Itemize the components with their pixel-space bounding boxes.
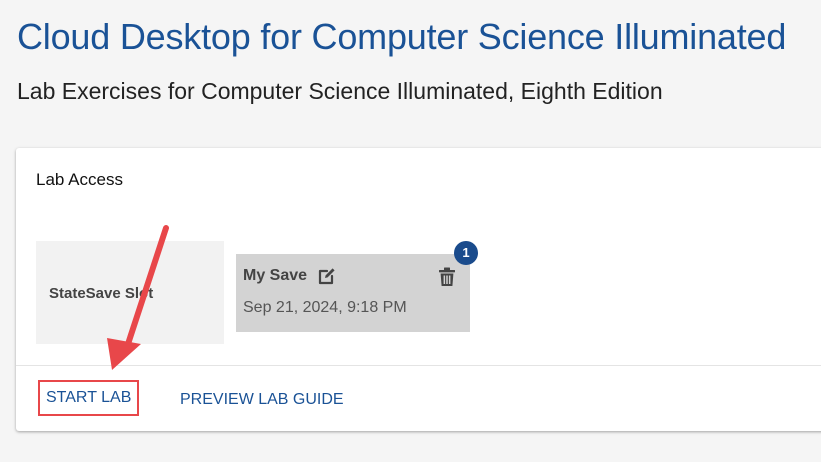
trash-icon[interactable]	[438, 267, 456, 287]
slot-label: StateSave Slot	[49, 285, 154, 302]
my-save-tile[interactable]: My Save Sep 21, 2024, 9:18 PM	[236, 254, 470, 332]
page-subtitle: Lab Exercises for Computer Science Illum…	[17, 78, 663, 104]
statesave-slot-tile[interactable]: StateSave Slot	[36, 241, 224, 344]
edit-icon[interactable]	[317, 266, 337, 286]
preview-lab-guide-button[interactable]: PREVIEW LAB GUIDE	[180, 382, 344, 418]
lab-access-card: Lab Access StateSave Slot My Save Sep 21…	[16, 148, 821, 431]
save-name: My Save	[243, 267, 308, 284]
card-title: Lab Access	[36, 170, 123, 189]
card-divider	[16, 365, 821, 366]
save-date: Sep 21, 2024, 9:18 PM	[243, 299, 407, 316]
page-title: Cloud Desktop for Computer Science Illum…	[17, 16, 787, 57]
save-count-badge: 1	[454, 241, 478, 265]
start-lab-button[interactable]: START LAB	[38, 380, 140, 416]
